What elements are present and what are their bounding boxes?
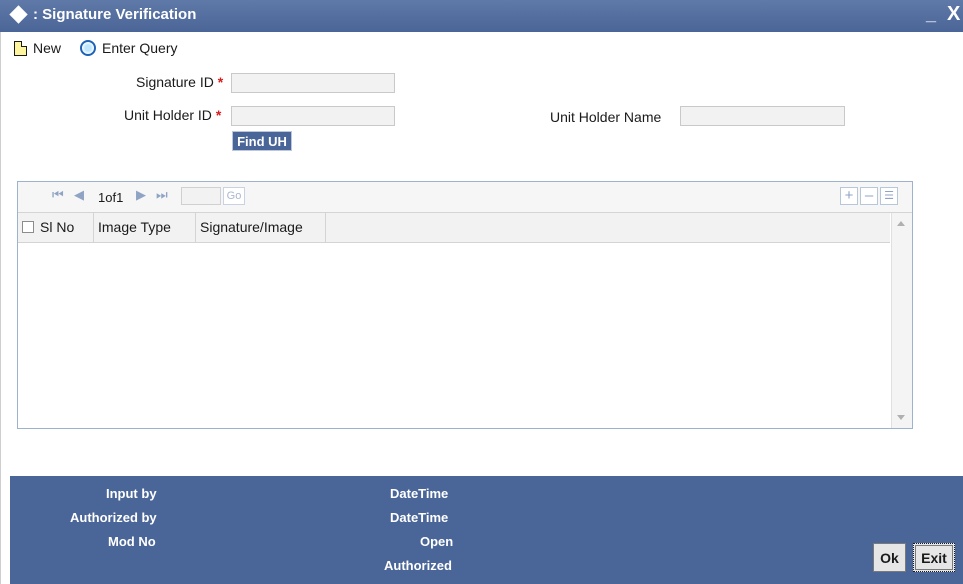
new-label: New xyxy=(33,40,62,56)
grid-scrollbar[interactable] xyxy=(891,213,912,428)
page-number-input[interactable] xyxy=(181,187,221,205)
page-indicator: 1of1 xyxy=(98,190,124,205)
audit-footer: Input by Authorized by Mod No DateTime D… xyxy=(10,476,963,584)
unit-holder-name-input[interactable] xyxy=(680,106,845,126)
required-marker: * xyxy=(215,107,222,123)
column-image-type: Image Type xyxy=(94,213,196,242)
datetime-label: DateTime xyxy=(390,510,449,525)
signature-id-label: Signature ID * xyxy=(136,74,224,90)
window-diamond-icon xyxy=(9,5,28,24)
required-marker: * xyxy=(217,74,224,90)
enter-query-button[interactable]: Enter Query xyxy=(80,38,177,58)
title-bar: : Signature Verification _ X xyxy=(0,0,963,32)
single-view-icon[interactable]: ☰ xyxy=(880,187,898,205)
next-page-icon[interactable]: ▶ xyxy=(136,187,146,203)
mod-no-label: Mod No xyxy=(108,534,156,549)
authorized-status-label: Authorized xyxy=(384,558,452,573)
open-status-label: Open xyxy=(420,534,454,549)
datetime-label: DateTime xyxy=(390,486,449,501)
grid-toolbar: ⏮ ◀ 1of1 ▶ ⏭ Go + – ☰ xyxy=(18,182,912,213)
select-all-checkbox[interactable] xyxy=(22,221,34,233)
enter-query-label: Enter Query xyxy=(102,40,178,56)
unit-holder-id-input[interactable] xyxy=(231,106,395,126)
go-button[interactable]: Go xyxy=(223,187,245,205)
scroll-up-icon[interactable] xyxy=(897,221,905,226)
last-page-icon[interactable]: ⏭ xyxy=(156,187,168,203)
signature-grid: ⏮ ◀ 1of1 ▶ ⏭ Go + – ☰ Sl No Image Type S… xyxy=(17,181,913,429)
close-button[interactable]: X xyxy=(947,3,960,26)
scroll-down-icon[interactable] xyxy=(897,415,905,420)
enter-query-icon xyxy=(80,40,96,56)
add-row-icon[interactable]: + xyxy=(840,187,858,205)
previous-page-icon[interactable]: ◀ xyxy=(74,187,84,203)
grid-header: Sl No Image Type Signature/Image xyxy=(18,213,890,243)
minimize-button[interactable]: _ xyxy=(926,4,936,25)
column-signature-image: Signature/Image xyxy=(196,213,326,242)
window-title: : Signature Verification xyxy=(33,6,197,23)
new-document-icon xyxy=(14,40,27,56)
unit-holder-name-label: Unit Holder Name xyxy=(550,109,662,125)
ok-button[interactable]: Ok xyxy=(873,543,906,572)
unit-holder-id-label: Unit Holder ID * xyxy=(124,107,222,123)
new-button[interactable]: New xyxy=(14,38,61,58)
delete-row-icon[interactable]: – xyxy=(860,187,878,205)
exit-button[interactable]: Exit xyxy=(913,543,955,572)
first-page-icon[interactable]: ⏮ xyxy=(52,187,64,203)
column-sl-no: Sl No xyxy=(36,213,94,242)
find-uh-button[interactable]: Find UH xyxy=(232,131,292,151)
signature-id-input[interactable] xyxy=(231,73,395,93)
input-by-label: Input by xyxy=(106,486,157,501)
authorized-by-label: Authorized by xyxy=(70,510,157,525)
